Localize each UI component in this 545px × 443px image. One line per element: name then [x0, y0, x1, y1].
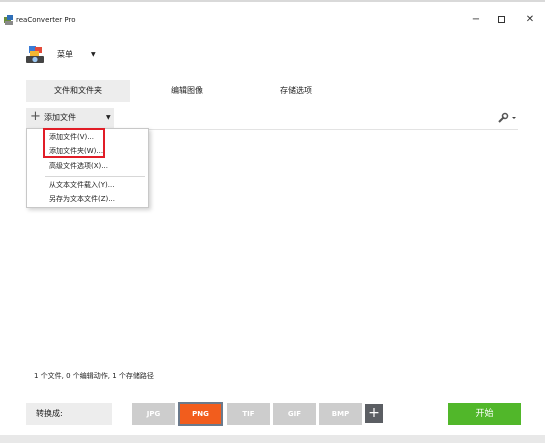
files-toolbar: + 添加文件 ▼	[26, 108, 518, 130]
add-file-label: 添加文件	[44, 113, 76, 122]
menu-item-load-from-text-file[interactable]: 从文本文件载入(Y)...	[49, 180, 114, 191]
window-top-border	[0, 0, 545, 2]
format-tif-button[interactable]: TIF	[227, 403, 270, 425]
maximize-button[interactable]	[486, 10, 516, 30]
window-bottom-border	[0, 435, 545, 443]
menu-item-advanced-file-options[interactable]: 高级文件选项(X)...	[49, 161, 108, 172]
menu-label[interactable]: 菜单	[57, 50, 73, 60]
menu-item-save-as-text-file[interactable]: 另存为文本文件(Z)...	[49, 194, 115, 205]
title-bar: reaConverter Pro − ✕	[0, 6, 545, 34]
menu-logo-icon[interactable]	[25, 44, 45, 64]
plus-icon: +	[30, 109, 41, 124]
convert-to-box: 转换成:	[26, 403, 112, 425]
tab-save-options[interactable]: 存储选项	[244, 80, 348, 102]
menu-separator	[45, 176, 145, 177]
format-jpg-button[interactable]: JPG	[132, 403, 175, 425]
maximize-icon	[497, 15, 505, 23]
start-button[interactable]: 开始	[448, 403, 521, 425]
format-gif-button[interactable]: GIF	[273, 403, 316, 425]
format-bmp-button[interactable]: BMP	[319, 403, 362, 425]
format-png-button[interactable]: PNG	[178, 402, 223, 426]
add-file-button[interactable]: + 添加文件 ▼	[26, 108, 114, 128]
add-format-button[interactable]: +	[365, 404, 383, 423]
window-title: reaConverter Pro	[16, 16, 76, 24]
status-summary: 1 个文件, 0 个编辑动作, 1 个存储路径	[34, 372, 154, 380]
wrench-icon[interactable]	[496, 111, 518, 125]
chevron-down-icon: ▼	[106, 114, 111, 121]
menu-caret-icon[interactable]: ▼	[91, 50, 96, 60]
highlight-annotation-box	[43, 128, 105, 158]
close-button[interactable]: ✕	[515, 10, 545, 30]
app-icon	[4, 15, 13, 25]
convert-to-label: 转换成:	[36, 409, 63, 418]
tab-edit-images[interactable]: 编辑图像	[135, 80, 239, 102]
tab-files-and-folders[interactable]: 文件和文件夹	[26, 80, 130, 102]
